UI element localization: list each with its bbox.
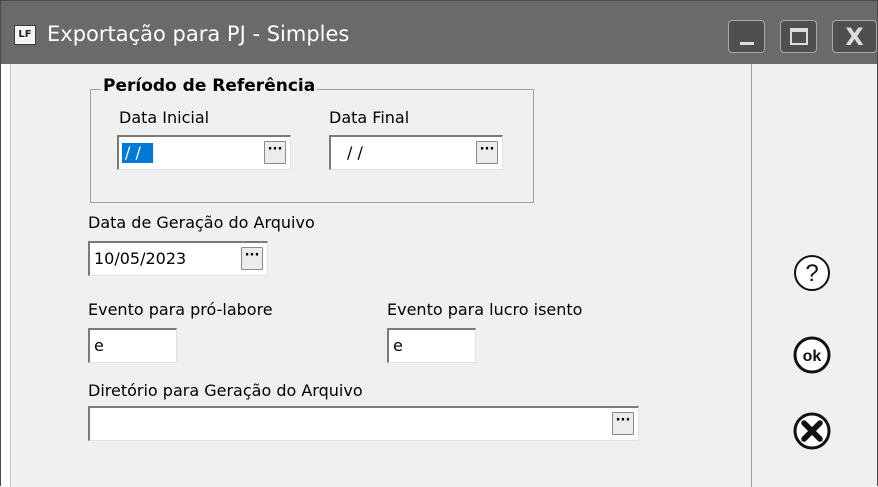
app-icon[interactable]: LF [14, 25, 36, 45]
prolabore-event-value: e [94, 336, 104, 355]
help-button[interactable]: ? [792, 253, 832, 293]
svg-text:?: ? [805, 260, 818, 287]
end-date-picker-button[interactable]: ··· [476, 141, 498, 164]
prolabore-event-label: Evento para pró-labore [88, 300, 273, 319]
period-group-title: Período de Referência [101, 76, 318, 96]
generation-date-picker-button[interactable]: ··· [241, 247, 263, 270]
close-icon: X [845, 23, 864, 51]
title-bar[interactable]: LF Exportação para PJ - Simples X [1, 1, 877, 64]
window-title: Exportação para PJ - Simples [47, 22, 350, 46]
svg-text:ok: ok [803, 348, 822, 365]
generation-date-value: 10/05/2023 [94, 249, 187, 268]
start-date-field[interactable]: / / ··· [117, 135, 291, 170]
cancel-button[interactable] [792, 411, 832, 451]
prolabore-event-field[interactable]: e [88, 328, 177, 363]
start-date-value: / / [122, 143, 153, 163]
maximize-icon [790, 28, 808, 45]
minimize-icon [740, 42, 754, 45]
help-icon: ? [794, 255, 830, 291]
start-date-label: Data Inicial [119, 108, 210, 127]
generation-date-field[interactable]: 10/05/2023 ··· [88, 241, 268, 276]
ok-button[interactable]: ok [792, 335, 832, 375]
directory-field[interactable]: ··· [88, 406, 639, 441]
start-date-picker-button[interactable]: ··· [264, 141, 286, 164]
lucro-event-value: e [393, 336, 403, 355]
ok-icon: ok [793, 336, 831, 374]
cancel-x-icon [793, 412, 831, 450]
generation-date-label: Data de Geração do Arquivo [88, 213, 315, 232]
minimize-button[interactable] [728, 20, 765, 53]
end-date-label: Data Final [329, 108, 410, 127]
lucro-event-field[interactable]: e [387, 328, 476, 363]
end-date-value: / / [347, 143, 363, 162]
maximize-button[interactable] [780, 20, 817, 53]
directory-browse-button[interactable]: ··· [612, 412, 634, 435]
close-window-button[interactable]: X [832, 20, 877, 53]
directory-label: Diretório para Geração do Arquivo [88, 381, 363, 400]
left-window-border [1, 64, 11, 487]
dialog-window: LF Exportação para PJ - Simples X Períod… [0, 0, 878, 487]
end-date-field[interactable]: / / ··· [329, 135, 503, 170]
lucro-event-label: Evento para lucro isento [387, 300, 583, 319]
